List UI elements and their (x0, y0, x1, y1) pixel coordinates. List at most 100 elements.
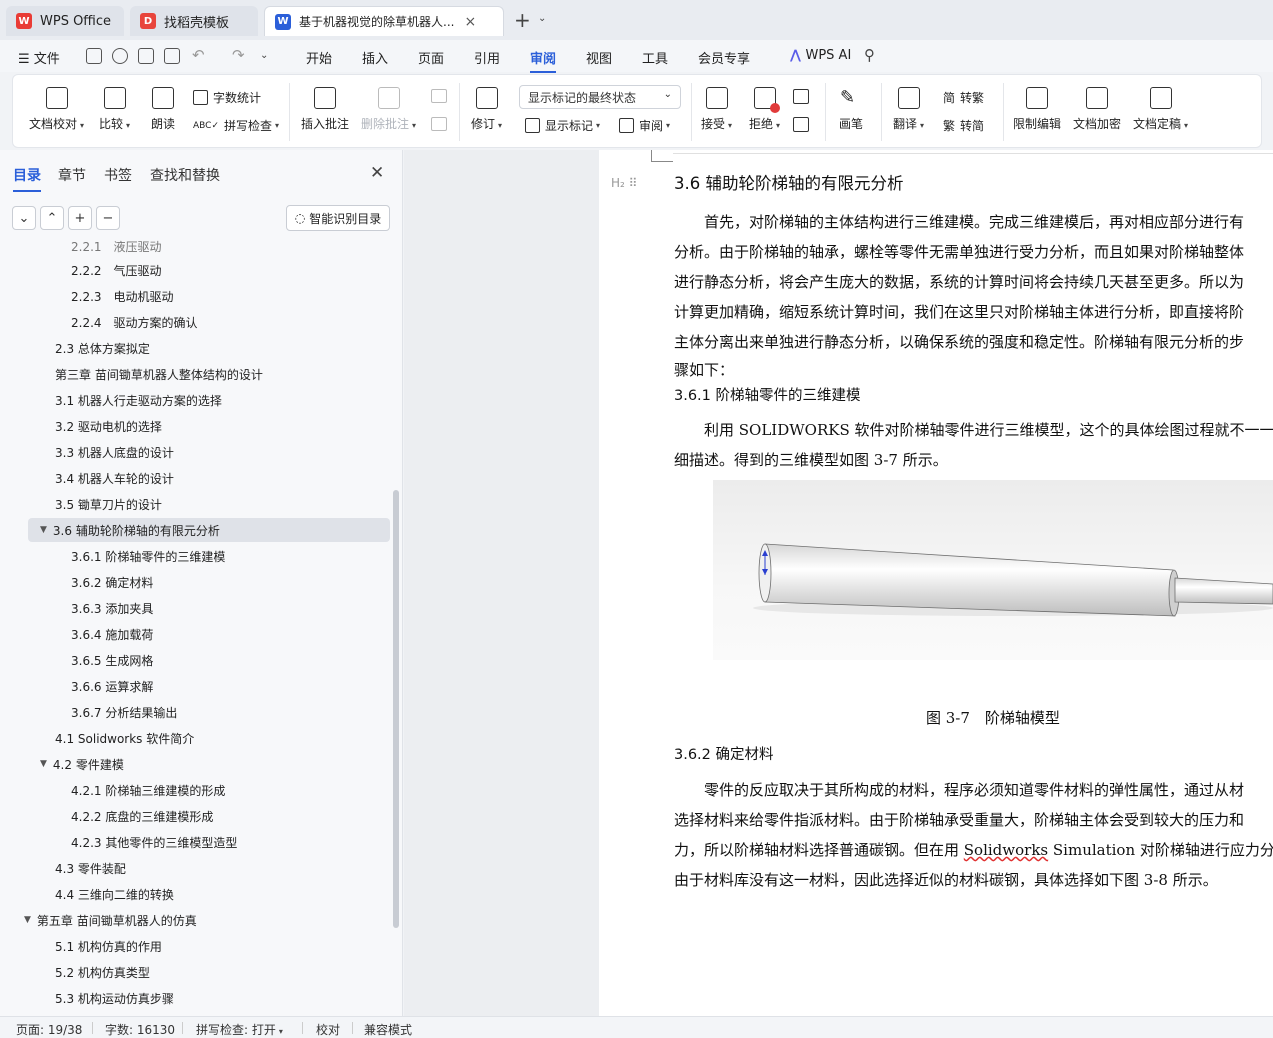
show-markup-button[interactable]: 显示标记 ▾ (525, 117, 600, 134)
compare-button[interactable]: 比较 ▾ (99, 87, 130, 132)
menu-review[interactable]: 审阅 (530, 48, 557, 73)
restrict-edit-button[interactable]: 限制编辑 (1013, 87, 1061, 132)
spellcheck-status[interactable]: 拼写检查: 打开 ▾ (196, 1021, 283, 1038)
pen-button[interactable]: ✎ 画笔 (839, 87, 863, 132)
wps-ai-button[interactable]: ⋀ WPS AI (790, 48, 851, 63)
new-tab-button[interactable]: + (514, 8, 531, 32)
markup-display-select[interactable]: 显示标记的最终状态 ⌄ (519, 85, 681, 109)
read-aloud-button[interactable]: 朗读 (151, 87, 175, 132)
toc-item[interactable]: 4.4 三维向二维的转换 (0, 882, 174, 906)
toc-item[interactable]: 3.6.2 确定材料 (0, 570, 153, 594)
tab-sections[interactable]: 章节 (58, 165, 86, 185)
track-changes-button[interactable]: 修订 ▾ (471, 87, 502, 132)
tab-document[interactable]: W 基于机器视觉的除草机器人... × (264, 6, 504, 36)
review-pane-button[interactable]: 审阅 ▾ (619, 117, 670, 134)
toc-scrollbar[interactable] (393, 490, 399, 928)
expanded-triangle-icon[interactable]: ▼ (24, 915, 31, 925)
accept-button[interactable]: 接受 ▾ (701, 87, 732, 132)
save-icon[interactable] (86, 48, 102, 64)
next-change-icon[interactable] (793, 117, 809, 132)
toc-item[interactable]: 3.4 机器人车轮的设计 (0, 466, 174, 490)
toc-item[interactable]: ▼ 第五章 苗间锄草机器人的仿真 (0, 908, 197, 932)
reject-button[interactable]: 拒绝 ▾ (749, 87, 780, 132)
toc-item[interactable]: 4.1 Solidworks 软件简介 (0, 726, 194, 750)
toc-item-selected[interactable]: ▼ 3.6 辅助轮阶梯轴的有限元分析 (28, 518, 390, 542)
toc-item[interactable]: 3.3 机器人底盘的设计 (0, 440, 174, 464)
redo-icon[interactable]: ↷ (232, 46, 245, 64)
share-icon[interactable] (112, 48, 128, 64)
toc-item[interactable]: 第三章 苗间锄草机器人整体结构的设计 (0, 362, 263, 386)
collapse-up-button[interactable]: ⌃ (40, 206, 64, 230)
toc-item[interactable]: 3.6.4 施加载荷 (0, 622, 153, 646)
to-simplified-button[interactable]: 繁转简 (943, 117, 984, 134)
print-preview-icon[interactable] (164, 48, 180, 64)
file-menu[interactable]: ☰ 文件 (18, 48, 60, 67)
toc-item[interactable]: 4.2.1 阶梯轴三维建模的形成 (0, 778, 225, 802)
toc-item[interactable]: 2.2.1 液压驱动 (0, 238, 162, 258)
toc-item[interactable]: 3.6.3 添加夹具 (0, 596, 153, 620)
toc-item[interactable]: 5.2 机构仿真类型 (0, 960, 150, 984)
document-page[interactable]: H₂ ⠿ 3.6 辅助轮阶梯轴的有限元分析 首先，对阶梯轴的主体结构进行三维建模… (599, 150, 1273, 1016)
menu-member[interactable]: 会员专享 (698, 48, 750, 67)
toc-item[interactable]: 3.6.5 生成网格 (0, 648, 153, 672)
tab-templates[interactable]: D 找稻壳模板 (130, 6, 258, 36)
toc-item[interactable]: 5.3 机构运动仿真步骤 (0, 986, 174, 1010)
smart-toc-button[interactable]: ◌ 智能识别目录 (286, 205, 390, 231)
toc-item[interactable]: 3.1 机器人行走驱动方案的选择 (0, 388, 222, 412)
more-chevron-icon[interactable]: ⌄ (260, 50, 268, 61)
toc-item[interactable]: 3.6.7 分析结果输出 (0, 700, 177, 724)
encrypt-doc-button[interactable]: 文档加密 (1073, 87, 1121, 132)
tab-find-replace[interactable]: 查找和替换 (150, 165, 220, 185)
next-comment-icon[interactable] (431, 117, 447, 131)
delete-comment-button[interactable]: 删除批注 ▾ (361, 87, 416, 132)
toc-item[interactable]: 3.5 锄草刀片的设计 (0, 492, 162, 516)
insert-comment-button[interactable]: 插入批注 (301, 87, 349, 132)
toc-item[interactable]: 3.2 驱动电机的选择 (0, 414, 162, 438)
toc-item[interactable]: 3.6.1 阶梯轴零件的三维建模 (0, 544, 225, 568)
menu-page[interactable]: 页面 (418, 48, 444, 67)
spellcheck-button[interactable]: ABC✓ 拼写检查 ▾ (193, 117, 279, 134)
close-pane-icon[interactable]: ✕ (370, 163, 384, 183)
prev-change-icon[interactable] (793, 89, 809, 104)
menu-insert[interactable]: 插入 (362, 48, 388, 67)
toc-item[interactable]: 2.3 总体方案拟定 (0, 336, 150, 360)
toc-item[interactable]: 4.2.3 其他零件的三维模型造型 (0, 830, 237, 854)
toc-item[interactable]: 2.2.2 气压驱动 (0, 258, 162, 282)
tab-bookmarks[interactable]: 书签 (104, 165, 132, 185)
prev-comment-icon[interactable] (431, 89, 447, 103)
tab-toc[interactable]: 目录 (13, 165, 41, 192)
undo-icon[interactable]: ↶ (192, 46, 205, 64)
heading-level-icon[interactable]: H₂ ⠿ (611, 176, 637, 190)
menu-home[interactable]: 开始 (306, 48, 332, 67)
toc-item[interactable]: 3.6.6 运算求解 (0, 674, 153, 698)
toc-item[interactable]: 2.2.4 驱动方案的确认 (0, 310, 198, 334)
remove-heading-button[interactable]: − (96, 206, 120, 230)
toc-item[interactable]: 4.3 零件装配 (0, 856, 126, 880)
search-icon[interactable]: ⚲ (864, 46, 875, 64)
toc-item[interactable]: 5.1 机构仿真的作用 (0, 934, 162, 958)
to-traditional-button[interactable]: 简转繁 (943, 89, 984, 106)
menu-tools[interactable]: 工具 (642, 48, 668, 67)
tab-wps-office[interactable]: W WPS Office (6, 6, 124, 36)
doc-proofread-button[interactable]: 文档校对 ▾ (29, 87, 84, 132)
add-heading-button[interactable]: + (68, 206, 92, 230)
menu-view[interactable]: 视图 (586, 48, 612, 67)
toc-item[interactable]: 4.2.2 底盘的三维建模形成 (0, 804, 213, 828)
translate-button[interactable]: 翻译 ▾ (893, 87, 924, 132)
proofread-status[interactable]: 校对 (316, 1021, 340, 1038)
word-count-button[interactable]: 字数统计 (193, 89, 261, 106)
word-count[interactable]: 字数: 16130 (105, 1021, 175, 1038)
menu-reference[interactable]: 引用 (474, 48, 500, 67)
spellcheck-underlined-word[interactable]: Solidworks (964, 841, 1048, 859)
expanded-triangle-icon[interactable]: ▼ (40, 525, 47, 535)
toc-item[interactable]: 2.2.3 电动机驱动 (0, 284, 174, 308)
expanded-triangle-icon[interactable]: ▼ (40, 759, 47, 769)
finalize-doc-button[interactable]: 文档定稿 ▾ (1133, 87, 1188, 132)
tab-close-icon[interactable]: × (464, 14, 476, 30)
tab-list-chevron-icon[interactable]: ⌄ (538, 13, 546, 24)
expand-down-button[interactable]: ⌄ (12, 206, 36, 230)
toc-item[interactable]: ▼ 4.2 零件建模 (0, 752, 124, 776)
print-icon[interactable] (138, 48, 154, 64)
page-indicator[interactable]: 页面: 19/38 (16, 1021, 82, 1038)
pen-icon: ✎ (840, 87, 856, 108)
